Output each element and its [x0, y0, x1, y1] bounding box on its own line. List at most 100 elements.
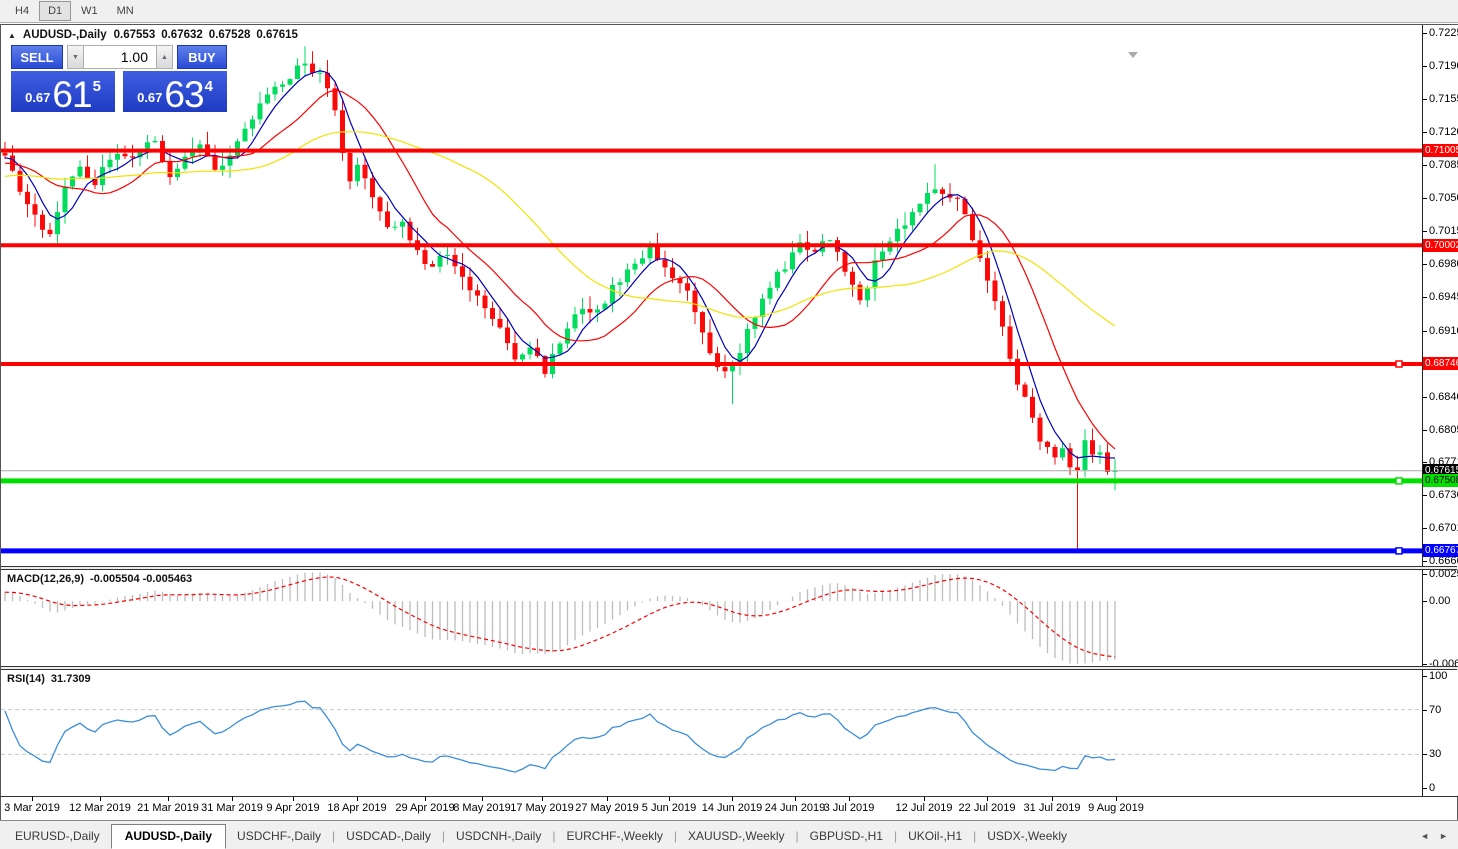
volume-decrease-button[interactable]: ▼	[67, 45, 84, 69]
date-axis-tick-mark	[542, 797, 543, 801]
price-axis[interactable]: 0.72250 0.71900 0.71550 0.71200 0.70850 0.705…	[1422, 25, 1458, 796]
collapse-panel-icon[interactable]: ▲	[8, 31, 16, 40]
price-axis-tick-mark	[1423, 461, 1427, 463]
price-axis-tick-mark	[1423, 99, 1427, 101]
date-axis-label: 14 Jun 2019	[701, 802, 763, 814]
sell-price-box[interactable]: 0.67 61 5	[11, 71, 115, 115]
rsi-axis-tick-mark	[1423, 788, 1427, 789]
macd-values: -0.005504 -0.005463	[90, 573, 193, 585]
macd-plot	[1, 570, 1422, 666]
price-axis-tick-mark	[1423, 527, 1427, 529]
rsi-label-row: RSI(14) 31.7309	[7, 673, 91, 685]
date-axis-label: 22 Jul 2019	[958, 802, 1016, 814]
date-axis-tick-mark	[293, 797, 294, 801]
candlestick-chart-area[interactable]: ▲ AUDUSD-,Daily 0.67553 0.67632 0.67528 …	[1, 25, 1422, 566]
timeframe-button-h4[interactable]: H4	[6, 1, 38, 21]
price-axis-tick-mark	[1423, 165, 1427, 167]
macd-axis-tick: 0.00	[1429, 595, 1451, 608]
rsi-plot	[1, 670, 1422, 796]
spin-up-icon: ▲	[161, 53, 168, 61]
date-axis[interactable]: 3 Mar 2019 12 Mar 2019 21 Mar 2019 31 Mar 2…	[1, 797, 1457, 819]
rsi-axis-tick: 30	[1429, 748, 1442, 761]
price-badge: 0.67508	[1423, 474, 1458, 488]
price-axis-tick-mark	[1423, 132, 1427, 134]
date-axis-tick-mark	[100, 797, 101, 801]
date-axis-tick-mark	[232, 797, 233, 801]
rsi-value: 31.7309	[50, 673, 91, 685]
price-axis-tick: 0.71200	[1429, 126, 1458, 139]
date-axis-tick-mark	[607, 797, 608, 801]
chart-shift-marker-icon[interactable]	[1128, 52, 1138, 58]
ohlc-readout: 0.67553 0.67632 0.67528 0.67615	[114, 29, 298, 41]
date-axis-tick-mark	[1052, 797, 1053, 801]
price-badge: 0.68746	[1423, 357, 1458, 371]
buy-price-big: 63	[164, 73, 204, 115]
chart-tab-bar: EURUSD-,Daily AUDUSD-,Daily USDCHF-,Daily |…	[0, 820, 1458, 849]
timeframe-button-mn[interactable]: MN	[108, 1, 143, 21]
price-axis-tick: 0.70500	[1429, 192, 1458, 205]
tab-usdchf-daily[interactable]: USDCHF-,Daily	[226, 825, 332, 848]
price-axis-tick: 0.72250	[1429, 27, 1458, 39]
date-axis-label: 31 Jul 2019	[1023, 802, 1081, 814]
date-axis-label: 17 May 2019	[510, 802, 574, 814]
price-axis-tick-mark	[1423, 297, 1427, 299]
date-axis-tick-mark	[425, 797, 426, 801]
price-axis-tick-mark	[1423, 66, 1427, 68]
buy-price-box[interactable]: 0.67 63 4	[123, 71, 227, 115]
macd-axis-tick-mark	[1423, 601, 1427, 603]
date-axis-label: 31 Mar 2019	[201, 802, 263, 814]
tab-ukoil-h1[interactable]: UKOil-,H1	[897, 825, 973, 848]
sell-price-sup: 5	[92, 78, 101, 95]
tab-audusd-daily[interactable]: AUDUSD-,Daily	[110, 824, 227, 849]
date-axis-label: 27 May 2019	[575, 802, 639, 814]
tab-eurusd-daily[interactable]: EURUSD-,Daily	[4, 825, 111, 848]
tab-gbpusd-h1[interactable]: GBPUSD-,H1	[799, 825, 894, 848]
tab-eurchf-weekly[interactable]: EURCHF-,Weekly	[555, 825, 673, 848]
price-axis-tick: 0.69100	[1429, 324, 1458, 337]
price-axis-tick: 0.70850	[1429, 159, 1458, 172]
buy-button[interactable]: BUY	[177, 45, 227, 69]
date-axis-label: 18 Apr 2019	[327, 802, 387, 814]
one-click-trade-panel: SELL ▼ ▲ BUY 0.67 61 5 0.67 63	[11, 45, 227, 115]
price-axis-tick-mark	[1423, 561, 1427, 562]
tab-usdcad-daily[interactable]: USDCAD-,Daily	[335, 825, 442, 848]
price-axis-tick-mark	[1423, 429, 1427, 431]
rsi-indicator-panel[interactable]: RSI(14) 31.7309	[1, 670, 1422, 796]
tab-usdcnh-daily[interactable]: USDCNH-,Daily	[445, 825, 552, 848]
rsi-axis-tick: 70	[1429, 703, 1442, 716]
timeframe-button-w1[interactable]: W1	[72, 1, 107, 21]
price-axis-tick: 0.67360	[1429, 488, 1458, 501]
timeframe-button-d1[interactable]: D1	[39, 1, 72, 21]
date-axis-tick-mark	[987, 797, 988, 801]
macd-axis-tick-mark	[1423, 664, 1427, 665]
rsi-axis-tick-mark	[1423, 676, 1427, 677]
sell-price-big: 61	[52, 73, 92, 115]
price-badge: 0.66767	[1423, 544, 1458, 558]
price-badge: 0.71005	[1423, 144, 1458, 158]
price-axis-tick: 0.71550	[1429, 93, 1458, 106]
price-axis-tick: 0.69450	[1429, 291, 1458, 304]
rsi-axis-tick-mark	[1423, 754, 1427, 756]
price-axis-tick: 0.67010	[1429, 521, 1458, 534]
low-value: 0.67528	[208, 29, 251, 41]
sell-button[interactable]: SELL	[11, 45, 63, 69]
price-axis-tick-mark	[1423, 33, 1427, 34]
rsi-axis-tick: 0	[1429, 782, 1436, 794]
price-axis-tick: 0.69800	[1429, 258, 1458, 271]
chart-title: ▲ AUDUSD-,Daily 0.67553 0.67632 0.67528 …	[8, 29, 298, 41]
spin-down-icon: ▼	[72, 53, 79, 61]
price-axis-tick-mark	[1423, 198, 1427, 200]
price-axis-tick-mark	[1423, 231, 1427, 233]
tab-usdx-weekly[interactable]: USDX-,Weekly	[976, 825, 1078, 848]
tab-scroll-left-icon[interactable]: ◄	[1420, 831, 1429, 841]
tab-scroll-right-icon[interactable]: ►	[1439, 831, 1448, 841]
volume-input[interactable]	[84, 45, 156, 69]
macd-axis-tick-mark	[1423, 574, 1427, 575]
price-axis-tick-mark	[1423, 264, 1427, 266]
macd-indicator-panel[interactable]: MACD(12,26,9) -0.005504 -0.005463	[1, 570, 1422, 666]
tab-xauusd-weekly[interactable]: XAUUSD-,Weekly	[677, 825, 795, 848]
rsi-label: RSI(14)	[7, 673, 45, 685]
macd-label-row: MACD(12,26,9) -0.005504 -0.005463	[7, 573, 192, 585]
date-axis-label: 3 Jul 2019	[823, 802, 875, 814]
volume-increase-button[interactable]: ▲	[156, 45, 173, 69]
